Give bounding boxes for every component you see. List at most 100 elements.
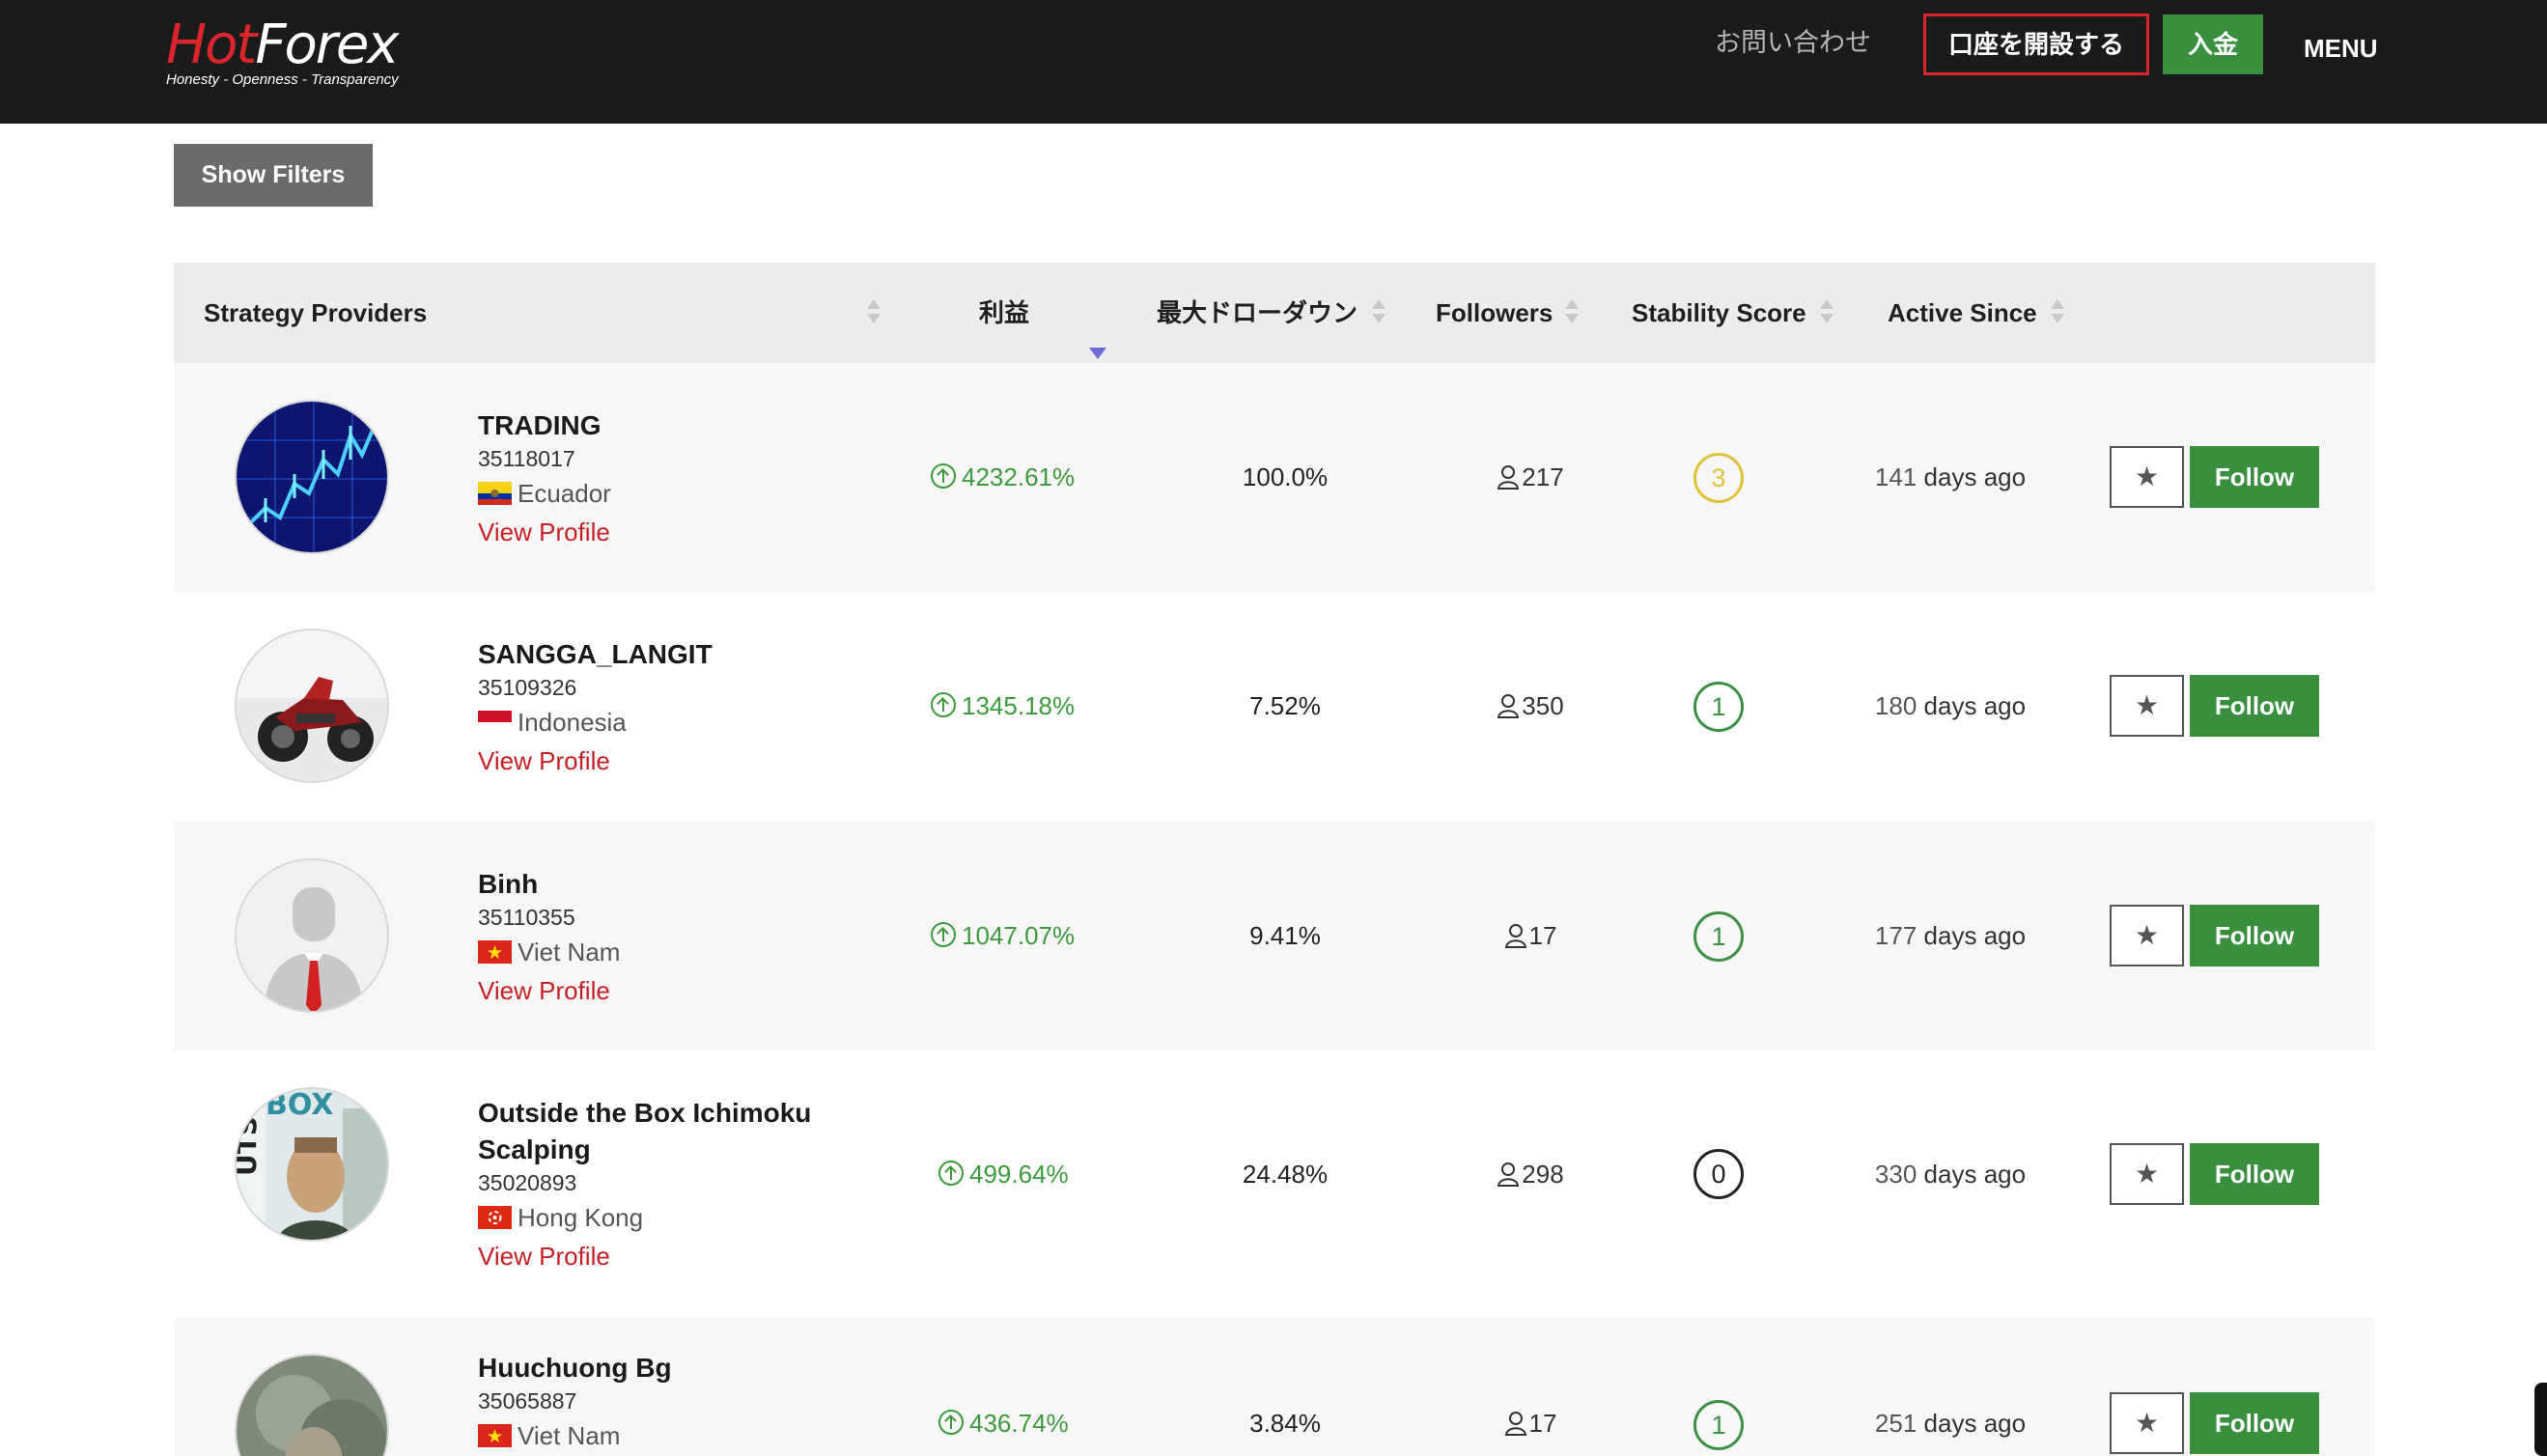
view-profile-link[interactable]: View Profile <box>478 514 610 550</box>
max-drawdown-value: 7.52% <box>1249 691 1321 720</box>
followers-count: 298 <box>1458 1155 1603 1193</box>
person-icon <box>1504 1412 1526 1436</box>
provider-country: Ecuador <box>478 475 611 512</box>
view-profile-link[interactable]: View Profile <box>478 742 610 779</box>
view-profile-link[interactable]: View Profile <box>478 1238 610 1274</box>
column-header-stability-score[interactable]: Stability Score <box>1632 263 1806 363</box>
sort-descending-icon[interactable] <box>1089 299 1106 359</box>
provider-country: Indonesia <box>478 704 627 741</box>
max-drawdown-value: 24.48% <box>1242 1160 1329 1189</box>
logo-wordmark: HotForex <box>166 14 399 76</box>
indonesia-flag-icon <box>478 711 512 734</box>
stability-score-badge: 1 <box>1693 1400 1744 1450</box>
favorite-button[interactable]: ★ <box>2110 1143 2184 1205</box>
favorite-button[interactable]: ★ <box>2110 1392 2184 1454</box>
svg-text:UTSID: UTSID <box>237 1089 263 1176</box>
max-drawdown-value: 3.84% <box>1249 1409 1321 1438</box>
menu-button[interactable]: MENU <box>2304 27 2378 70</box>
table-row: TRADING 35118017 Ecuador View Profile 42… <box>174 363 2375 592</box>
person-icon <box>1497 465 1520 490</box>
followers-count: 17 <box>1458 916 1603 955</box>
provider-country: Hong Kong <box>478 1199 643 1236</box>
svg-text:BOX: BOX <box>266 1089 333 1122</box>
provider-country: Viet Nam <box>478 1417 620 1454</box>
column-header-active-since[interactable]: Active Since <box>1888 263 2037 363</box>
avatar[interactable] <box>235 400 389 554</box>
star-icon: ★ <box>2134 920 2160 950</box>
profit-value: 436.74% <box>938 1404 1069 1442</box>
hotforex-logo[interactable]: HotForex Honesty - Openness - Transparen… <box>166 12 417 93</box>
stability-score-badge: 1 <box>1693 911 1744 962</box>
vietnam-flag-icon <box>478 1424 512 1447</box>
up-arrow-circle-icon <box>938 1161 964 1186</box>
side-scroll-tab[interactable] <box>2534 1383 2547 1456</box>
favorite-button[interactable]: ★ <box>2110 905 2184 966</box>
vietnam-flag-icon <box>478 940 512 964</box>
show-filters-button[interactable]: Show Filters <box>174 144 373 207</box>
profit-value: 1345.18% <box>931 686 1075 725</box>
provider-name: TRADING <box>478 410 602 440</box>
column-header-profit[interactable]: 利益 <box>979 263 1029 363</box>
person-icon <box>1504 924 1526 948</box>
provider-account-id: 35109326 <box>478 675 577 700</box>
profit-value: 4232.61% <box>931 458 1075 496</box>
follow-button[interactable]: Follow <box>2190 446 2319 508</box>
follow-button[interactable]: Follow <box>2190 905 2319 966</box>
contact-link[interactable]: お問い合わせ <box>1715 21 1871 64</box>
up-arrow-circle-icon <box>931 922 956 947</box>
active-since-value: 251 days ago <box>1874 1409 2027 1438</box>
view-profile-link[interactable]: View Profile <box>478 972 610 1009</box>
favorite-button[interactable]: ★ <box>2110 675 2184 737</box>
stability-score-badge: 0 <box>1693 1149 1744 1199</box>
follow-button[interactable]: Follow <box>2190 1143 2319 1205</box>
strategy-providers-table: Strategy Providers 利益 最大ドローダウン Followers… <box>174 263 2375 1456</box>
avatar[interactable] <box>235 629 389 783</box>
avatar[interactable] <box>235 858 389 1013</box>
up-arrow-circle-icon <box>938 1410 964 1435</box>
active-since-value: 141 days ago <box>1874 462 2027 491</box>
up-arrow-circle-icon <box>931 692 956 717</box>
follow-button[interactable]: Follow <box>2190 1392 2319 1454</box>
provider-name: Binh <box>478 869 539 899</box>
person-icon <box>1497 1162 1520 1187</box>
sort-icon[interactable] <box>1565 299 1579 326</box>
avatar[interactable]: BOX UTSID <box>235 1087 389 1242</box>
provider-name: Outside the Box Ichimoku Scalping <box>478 1098 812 1164</box>
column-header-strategy-providers[interactable]: Strategy Providers <box>204 263 427 363</box>
sort-icon[interactable] <box>867 299 881 326</box>
open-account-button[interactable]: 口座を開設する <box>1923 14 2149 75</box>
avatar[interactable] <box>235 1354 389 1456</box>
column-header-followers[interactable]: Followers <box>1436 263 1553 363</box>
active-since-value: 180 days ago <box>1874 691 2027 720</box>
follow-button[interactable]: Follow <box>2190 675 2319 737</box>
provider-account-id: 35118017 <box>478 446 575 471</box>
hong-kong-flag-icon <box>478 1206 512 1229</box>
sort-icon[interactable] <box>1820 299 1833 326</box>
star-icon: ★ <box>2134 1159 2160 1189</box>
provider-account-id: 35020893 <box>478 1170 577 1195</box>
provider-account-id: 35065887 <box>478 1388 577 1414</box>
table-row: SANGGA_LANGIT 35109326 Indonesia View Pr… <box>174 592 2375 822</box>
provider-account-id: 35110355 <box>478 905 575 930</box>
favorite-button[interactable]: ★ <box>2110 446 2184 508</box>
star-icon: ★ <box>2134 1408 2160 1438</box>
table-row: BOX UTSID Outside the Box Ichimoku Scalp… <box>174 1050 2375 1317</box>
up-arrow-circle-icon <box>931 463 956 489</box>
max-drawdown-value: 9.41% <box>1249 921 1321 950</box>
table-header: Strategy Providers 利益 最大ドローダウン Followers… <box>174 263 2375 363</box>
table-row: Huuchuong Bg 35065887 Viet Nam 436.74% 3… <box>174 1317 2375 1456</box>
column-header-max-drawdown[interactable]: 最大ドローダウン <box>1157 263 1357 363</box>
star-icon: ★ <box>2134 462 2160 491</box>
table-row: Binh 35110355 Viet Nam View Profile 1047… <box>174 822 2375 1050</box>
followers-count: 350 <box>1458 686 1603 725</box>
sort-icon[interactable] <box>2051 299 2064 326</box>
profit-value: 499.64% <box>938 1155 1069 1193</box>
top-navigation-bar: HotForex Honesty - Openness - Transparen… <box>0 0 2547 124</box>
provider-name: SANGGA_LANGIT <box>478 639 713 669</box>
sort-icon[interactable] <box>1372 299 1385 326</box>
logo-tagline: Honesty - Openness - Transparency <box>166 71 399 88</box>
ecuador-flag-icon <box>478 482 512 505</box>
provider-country: Viet Nam <box>478 934 620 970</box>
deposit-button[interactable]: 入金 <box>2163 14 2263 74</box>
person-icon <box>1497 694 1520 718</box>
